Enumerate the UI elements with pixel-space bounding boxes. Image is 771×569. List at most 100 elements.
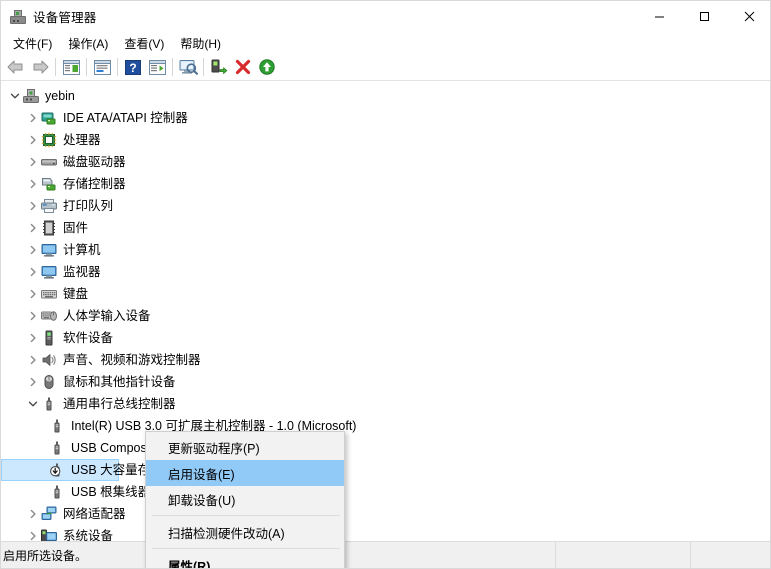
chevron-right-icon[interactable] xyxy=(25,503,41,525)
chevron-down-icon[interactable] xyxy=(25,393,41,415)
context-menu-separator xyxy=(152,548,340,549)
forward-arrow-icon[interactable] xyxy=(28,55,52,79)
toolbar-separator xyxy=(117,58,118,76)
ctx-properties[interactable]: 属性(R) xyxy=(146,552,344,569)
tree-item-storage-controllers[interactable]: 存储控制器 xyxy=(1,173,770,195)
tree-item-keyboards[interactable]: 键盘 xyxy=(1,283,770,305)
firmware-icon xyxy=(41,220,57,236)
tree-item-hid[interactable]: 人体学输入设备 xyxy=(1,305,770,327)
ide-controller-icon xyxy=(41,110,57,126)
status-pane-3 xyxy=(691,542,770,569)
tree-item-label: 处理器 xyxy=(63,133,101,147)
toolbar-separator xyxy=(86,58,87,76)
maximize-button[interactable] xyxy=(682,1,727,32)
tree-item-label: 鼠标和其他指针设备 xyxy=(63,375,176,389)
tree-item-mice-and-pointing-devices[interactable]: 鼠标和其他指针设备 xyxy=(1,371,770,393)
tree-item-processor[interactable]: 处理器 xyxy=(1,129,770,151)
network-adapter-icon xyxy=(41,506,57,522)
tree-item-software-devices[interactable]: 软件设备 xyxy=(1,327,770,349)
tree-item-label: 人体学输入设备 xyxy=(63,309,151,323)
minimize-button[interactable] xyxy=(637,1,682,32)
tree-item-intel-usb30-host-controller[interactable]: Intel(R) USB 3.0 可扩展主机控制器 - 1.0 (Microso… xyxy=(1,415,770,437)
chevron-right-icon[interactable] xyxy=(25,261,41,283)
tree-root-label: yebin xyxy=(45,89,75,103)
tree-item-ide-controller[interactable]: IDE ATA/ATAPI 控制器 xyxy=(1,107,770,129)
audio-icon xyxy=(41,352,57,368)
tree-item-computer[interactable]: 计算机 xyxy=(1,239,770,261)
menu-view[interactable]: 查看(V) xyxy=(116,33,172,54)
tree-item-label: IDE ATA/ATAPI 控制器 xyxy=(63,111,188,125)
computer-icon xyxy=(41,242,57,258)
scan-computer-icon[interactable] xyxy=(176,55,200,79)
usb-icon xyxy=(49,418,65,434)
tree-item-print-queues[interactable]: 打印队列 xyxy=(1,195,770,217)
menu-help[interactable]: 帮助(H) xyxy=(172,33,229,54)
chevron-right-icon[interactable] xyxy=(25,151,41,173)
device-manager-icon xyxy=(10,9,26,25)
uninstall-device-icon[interactable] xyxy=(231,55,255,79)
tree-item-label: 键盘 xyxy=(63,287,89,301)
keyboard-icon xyxy=(41,286,57,302)
chevron-right-icon[interactable] xyxy=(25,327,41,349)
tree-item-label: 计算机 xyxy=(63,243,101,257)
menu-action[interactable]: 操作(A) xyxy=(60,33,116,54)
chevron-right-icon[interactable] xyxy=(25,195,41,217)
tree-item-network-adapters[interactable]: 网络适配器 xyxy=(1,503,770,525)
chevron-right-icon[interactable] xyxy=(25,129,41,151)
system-device-icon xyxy=(41,528,57,542)
tree-item-usb-controllers[interactable]: 通用串行总线控制器 xyxy=(1,393,770,415)
tree-item-label: 通用串行总线控制器 xyxy=(63,397,176,411)
title-bar[interactable]: 设备管理器 xyxy=(1,1,770,32)
svg-text:?: ? xyxy=(129,61,136,75)
chevron-right-icon[interactable] xyxy=(25,173,41,195)
chevron-right-icon[interactable] xyxy=(25,349,41,371)
chevron-right-icon[interactable] xyxy=(25,239,41,261)
tree-item-system-devices[interactable]: 系统设备 xyxy=(1,525,770,542)
scan-hardware-changes-icon[interactable] xyxy=(255,55,279,79)
status-message: 启用所选设备。 xyxy=(3,548,88,563)
window-controls xyxy=(637,1,770,32)
chevron-right-icon[interactable] xyxy=(25,283,41,305)
close-button[interactable] xyxy=(727,1,770,32)
tree-item-label: 打印队列 xyxy=(63,199,114,213)
tree-item-usb-root-hub[interactable]: USB 根集线器(USB 3.0) xyxy=(1,481,770,503)
properties-icon[interactable] xyxy=(90,55,114,79)
usb-icon xyxy=(41,396,57,412)
chevron-right-icon[interactable] xyxy=(25,305,41,327)
chevron-down-icon[interactable] xyxy=(7,85,23,107)
back-arrow-icon[interactable] xyxy=(4,55,28,79)
tree-item-usb-mass-storage-device[interactable]: USB 大容量存储设备 xyxy=(1,459,770,481)
processor-icon xyxy=(41,132,57,148)
menu-file[interactable]: 文件(F) xyxy=(5,33,60,54)
ctx-uninstall-device[interactable]: 卸载设备(U) xyxy=(146,486,344,512)
toolbar-separator xyxy=(55,58,56,76)
usb-icon xyxy=(49,440,65,456)
toolbar-separator xyxy=(203,58,204,76)
usb-icon xyxy=(49,484,65,500)
update-driver-icon[interactable] xyxy=(207,55,231,79)
context-menu[interactable]: 更新驱动程序(P) 启用设备(E) 卸载设备(U) 扫描检测硬件改动(A) 属性… xyxy=(145,431,345,569)
chevron-right-icon[interactable] xyxy=(25,107,41,129)
chevron-right-icon[interactable] xyxy=(25,217,41,239)
device-manager-window: 设备管理器 文件(F) 操作(A) 查看(V) 帮助(H) ? yebin ID… xyxy=(0,0,771,569)
toolbar: ? xyxy=(1,54,770,81)
menu-bar: 文件(F) 操作(A) 查看(V) 帮助(H) xyxy=(1,32,770,54)
show-hide-console-tree-icon[interactable] xyxy=(59,55,83,79)
chevron-right-icon[interactable] xyxy=(25,371,41,393)
tree-item-usb-composite-device[interactable]: USB Composite Device xyxy=(1,437,770,459)
ctx-update-driver[interactable]: 更新驱动程序(P) xyxy=(146,434,344,460)
device-tree[interactable]: yebin IDE ATA/ATAPI 控制器 处理器 磁盘驱动器 存储控制器 … xyxy=(1,82,770,542)
tree-item-label: 系统设备 xyxy=(63,529,114,542)
tree-item-sound-video-game-controllers[interactable]: 声音、视频和游戏控制器 xyxy=(1,349,770,371)
tree-root-node[interactable]: yebin xyxy=(1,85,770,107)
ctx-enable-device[interactable]: 启用设备(E) xyxy=(146,460,344,486)
chevron-right-icon[interactable] xyxy=(25,525,41,542)
tree-item-monitors[interactable]: 监视器 xyxy=(1,261,770,283)
tree-item-disk-drives[interactable]: 磁盘驱动器 xyxy=(1,151,770,173)
ctx-scan-hardware-changes[interactable]: 扫描检测硬件改动(A) xyxy=(146,519,344,545)
help-icon[interactable]: ? xyxy=(121,55,145,79)
tree-item-firmware[interactable]: 固件 xyxy=(1,217,770,239)
show-hide-action-pane-icon[interactable] xyxy=(145,55,169,79)
usb-disabled-icon xyxy=(49,462,65,478)
tree-item-label: 网络适配器 xyxy=(63,507,126,521)
